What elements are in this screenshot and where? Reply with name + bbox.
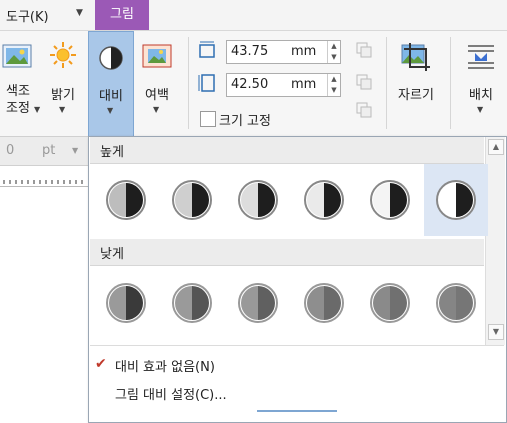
size-lock-label: 크기 고정 (219, 114, 271, 129)
field-unit: pt (42, 143, 56, 158)
margin-picture-icon (142, 44, 172, 68)
separator (188, 37, 189, 129)
scroll-down-icon[interactable]: ▼ (488, 324, 504, 340)
spinner-arrows-icon[interactable]: ▲ ▼ (327, 41, 340, 63)
contrast-preset-icon (238, 180, 278, 220)
section-high: 높게 (90, 137, 484, 164)
contrast-low-preset[interactable] (94, 267, 158, 339)
contrast-preset-icon (436, 180, 476, 220)
contrast-preset-icon (436, 283, 476, 323)
chevron-down-icon: ▼ (477, 105, 484, 114)
height-unit: mm (291, 77, 317, 92)
height-icon (198, 74, 215, 92)
chevron-down-icon[interactable]: ▼ (72, 146, 78, 155)
color-adjust-label-2: 조정 (6, 101, 30, 116)
ribbon: 색조 조정 ▼ 밝기 ▼ 대비 ▼ 여백 ▼ 43.75 mm ▲ ▼ 42.5… (0, 31, 507, 137)
chevron-down-icon: ▼ (153, 105, 160, 114)
height-spinner[interactable]: 42.50 mm ▲ ▼ (226, 73, 341, 97)
color-adjust-button[interactable]: 색조 조정 ▼ (0, 31, 40, 135)
picture-icon (2, 44, 32, 68)
crop-button[interactable]: 자르기 (392, 31, 440, 135)
section-high-label: 높게 (100, 145, 124, 160)
contrast-preset-icon (106, 283, 146, 323)
menu-tool[interactable]: 도구(K) (6, 6, 49, 25)
resize-grip[interactable] (257, 410, 337, 412)
contrast-label: 대비 (99, 89, 123, 104)
contrast-preset-icon (238, 283, 278, 323)
contrast-high-preset[interactable] (94, 164, 158, 236)
height-value: 42.50 (231, 77, 269, 92)
width-unit: mm (291, 44, 317, 59)
arrange-button[interactable]: 배치 ▼ (458, 31, 504, 135)
chevron-down-icon[interactable]: ▼ (76, 8, 83, 18)
contrast-preset-icon (370, 180, 410, 220)
chevron-down-icon: ▼ (34, 105, 41, 114)
contrast-high-preset[interactable] (160, 164, 224, 236)
contrast-preset-icon (370, 283, 410, 323)
section-low: 낮게 (90, 239, 484, 266)
contrast-button[interactable]: 대비 ▼ (88, 31, 134, 137)
margin-button[interactable]: 여백 ▼ (136, 31, 178, 135)
brightness-label: 밝기 (51, 88, 75, 103)
contrast-icon (99, 46, 123, 70)
contrast-preset-icon (172, 283, 212, 323)
chevron-down-icon: ▼ (107, 106, 114, 115)
sun-icon (50, 42, 76, 68)
width-icon (199, 41, 215, 58)
contrast-low-preset[interactable] (358, 267, 422, 339)
size-lock-checkbox[interactable] (200, 111, 216, 127)
contrast-preset-icon (304, 283, 344, 323)
arrange-icon (468, 45, 494, 69)
brightness-button[interactable]: 밝기 ▼ (42, 31, 84, 135)
crop-icon (401, 43, 430, 71)
contrast-low-preset[interactable] (160, 267, 224, 339)
margin-label: 여백 (145, 88, 169, 103)
divider (90, 345, 504, 346)
separator (386, 37, 387, 129)
field-value[interactable]: 0 (6, 143, 14, 158)
contrast-preset-icon (106, 180, 146, 220)
menu-item-no-contrast[interactable]: 대비 효과 없음(N) (115, 356, 215, 375)
contrast-high-preset[interactable] (358, 164, 422, 236)
format-bar: 0 pt ▼ (0, 137, 88, 166)
ruler-ticks (3, 180, 83, 184)
crop-label: 자르기 (398, 88, 434, 103)
contrast-preset-icon (304, 180, 344, 220)
menu-item-contrast-settings[interactable]: 그림 대비 설정(C)... (115, 384, 227, 403)
contrast-high-preset[interactable] (226, 164, 290, 236)
spinner-arrows-icon[interactable]: ▲ ▼ (327, 74, 340, 96)
contrast-low-preset[interactable] (424, 267, 488, 339)
contrast-low-preset[interactable] (292, 267, 356, 339)
chevron-down-icon: ▼ (59, 105, 66, 114)
scrollbar[interactable]: ▲ ▼ (485, 137, 505, 345)
ruler (0, 166, 88, 187)
separator (450, 37, 451, 129)
contrast-high-preset[interactable] (292, 164, 356, 236)
scroll-up-icon[interactable]: ▲ (488, 139, 504, 155)
width-value: 43.75 (231, 44, 269, 59)
contrast-dropdown: 높게 낮게 ▲ ▼ ✔ 대비 효과 없음(N) 그림 대비 설정(C)... (88, 136, 507, 423)
menu-bar: 도구(K) ▼ 그림 (0, 0, 507, 31)
section-low-label: 낮게 (100, 247, 124, 262)
contrast-preset-icon (172, 180, 212, 220)
align-icons (356, 42, 372, 118)
contrast-high-preset[interactable] (424, 164, 488, 236)
color-adjust-label-1: 색조 (6, 84, 30, 99)
arrange-label: 배치 (469, 88, 493, 103)
tab-picture[interactable]: 그림 (95, 0, 149, 30)
check-icon: ✔ (95, 356, 107, 372)
width-spinner[interactable]: 43.75 mm ▲ ▼ (226, 40, 341, 64)
contrast-low-preset[interactable] (226, 267, 290, 339)
